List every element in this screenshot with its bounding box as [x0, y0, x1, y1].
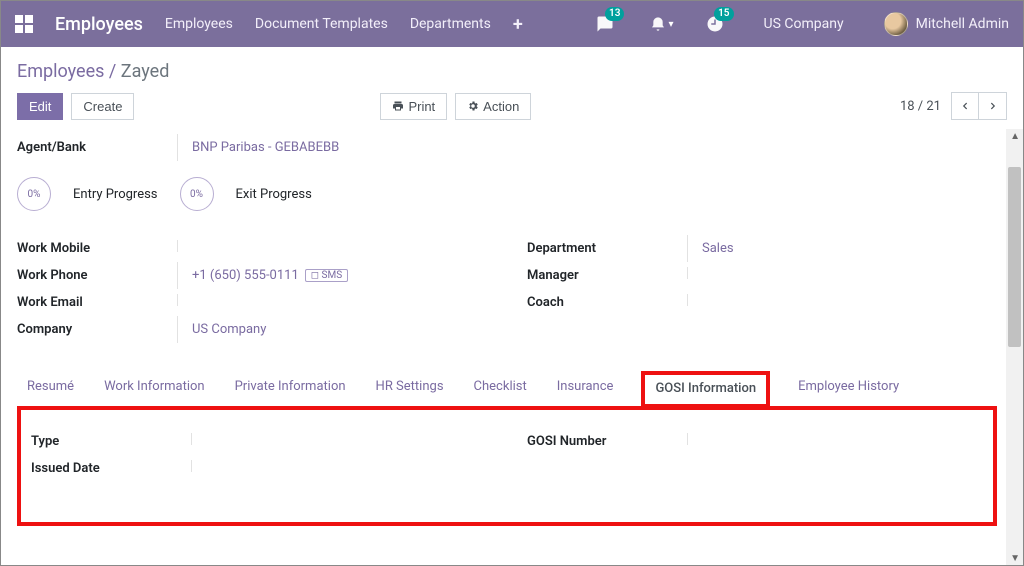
gosi-issued-label: Issued Date — [31, 455, 191, 482]
department-value[interactable]: Sales — [687, 235, 734, 262]
agent-bank-label: Agent/Bank — [17, 134, 177, 161]
tab-hr-settings[interactable]: HR Settings — [374, 371, 446, 408]
tab-insurance[interactable]: Insurance — [555, 371, 616, 408]
nav-add-icon[interactable]: + — [513, 14, 523, 35]
entry-progress-label: Entry Progress — [73, 187, 158, 202]
tab-bar: Resumé Work Information Private Informat… — [17, 371, 997, 409]
gosi-number-label: GOSI Number — [527, 428, 687, 455]
coach-label: Coach — [527, 289, 687, 316]
tab-panel-gosi: Type Issued Date GOSI Number — [17, 406, 997, 526]
pager-count: 18 / 21 — [900, 99, 941, 114]
sms-button[interactable]: ◻ SMS — [305, 269, 348, 282]
chevron-left-icon — [960, 101, 970, 111]
gosi-issued-value[interactable] — [191, 460, 206, 472]
print-icon — [392, 100, 404, 112]
user-menu[interactable]: Mitchell Admin — [916, 16, 1009, 32]
scroll-up-icon[interactable]: ▲ — [1010, 131, 1020, 142]
manager-label: Manager — [527, 262, 687, 289]
brand-title: Employees — [55, 14, 143, 35]
print-button[interactable]: Print — [380, 93, 447, 120]
exit-progress-circle: 0% — [180, 177, 214, 211]
action-button[interactable]: Action — [455, 93, 531, 120]
gear-icon — [467, 100, 479, 112]
nav-document-templates[interactable]: Document Templates — [255, 16, 388, 32]
nav-employees[interactable]: Employees — [165, 16, 233, 32]
work-email-label: Work Email — [17, 289, 177, 316]
scroll-down-icon[interactable]: ▼ — [1010, 553, 1020, 564]
pager-prev[interactable] — [951, 92, 979, 120]
apps-icon[interactable] — [15, 15, 33, 33]
work-email-value[interactable] — [177, 294, 192, 306]
manager-value[interactable] — [687, 267, 702, 279]
breadcrumb-current: Zayed — [121, 61, 170, 82]
company-switcher[interactable]: US Company — [764, 16, 844, 32]
company-value[interactable]: US Company — [177, 316, 266, 343]
exit-progress-label: Exit Progress — [236, 187, 312, 202]
gosi-type-label: Type — [31, 428, 191, 455]
breadcrumb: Employees / Zayed — [17, 61, 169, 82]
gosi-type-value[interactable] — [191, 433, 206, 445]
create-button[interactable]: Create — [71, 93, 134, 120]
tab-employee-history[interactable]: Employee History — [796, 371, 901, 408]
nav-departments[interactable]: Departments — [410, 16, 491, 32]
messaging-badge: 13 — [605, 7, 624, 21]
work-mobile-label: Work Mobile — [17, 235, 177, 262]
entry-progress-circle: 0% — [17, 177, 51, 211]
coach-value[interactable] — [687, 294, 702, 306]
activity-badge: 15 — [714, 7, 733, 21]
tab-work-information[interactable]: Work Information — [102, 371, 207, 408]
edit-button[interactable]: Edit — [17, 93, 63, 120]
pager-next[interactable] — [979, 92, 1007, 120]
work-phone-value[interactable]: +1 (650) 555-0111◻ SMS — [177, 262, 348, 289]
gosi-number-value[interactable] — [687, 433, 702, 445]
breadcrumb-root[interactable]: Employees — [17, 61, 104, 82]
scrollbar-thumb[interactable] — [1008, 167, 1021, 347]
activities-icon[interactable]: ▾ — [650, 16, 673, 32]
tab-gosi-information[interactable]: GOSI Information — [641, 371, 770, 408]
agent-bank-value[interactable]: BNP Paribas - GEBABEBB — [177, 134, 339, 161]
work-mobile-value[interactable] — [177, 240, 192, 252]
clock-icon[interactable]: 15 — [706, 15, 724, 33]
tab-private-information[interactable]: Private Information — [233, 371, 348, 408]
work-phone-label: Work Phone — [17, 262, 177, 289]
chevron-right-icon — [988, 101, 998, 111]
tab-checklist[interactable]: Checklist — [472, 371, 529, 408]
messaging-icon[interactable]: 13 — [596, 15, 614, 33]
tab-resume[interactable]: Resumé — [25, 371, 76, 408]
company-label: Company — [17, 316, 177, 343]
department-label: Department — [527, 235, 687, 262]
avatar[interactable] — [884, 12, 908, 36]
